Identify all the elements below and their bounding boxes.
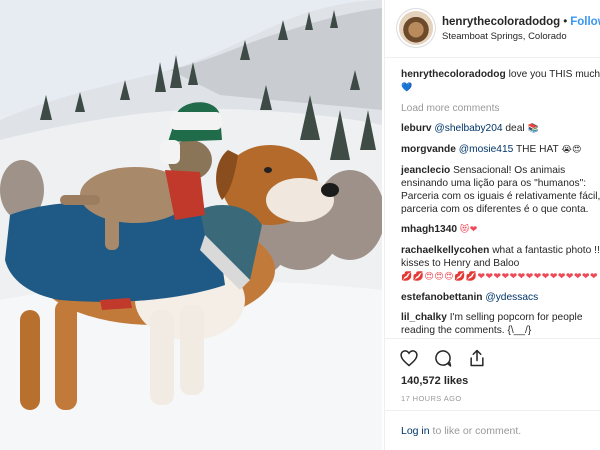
avatar[interactable] (399, 11, 433, 45)
list-item: rachaelkellycohen what a fantastic photo… (401, 244, 600, 284)
follow-button[interactable]: Follow (570, 16, 600, 28)
comment-mention[interactable]: @mosie415 (459, 144, 514, 155)
post-sidebar: henrythecoloradodog•Follow Steamboat Spr… (384, 0, 600, 450)
comment-username[interactable]: lil_chalky (401, 312, 447, 323)
separator-dot: • (563, 16, 568, 28)
list-item: morgvande @mosie415 THE HAT 😭😍 (401, 143, 600, 157)
list-item: jeanclecio Sensacional! Os animais ensin… (401, 164, 600, 216)
comment-username[interactable]: leburv (401, 123, 432, 134)
list-item: leburv @shelbaby204 deal 📚 (401, 122, 600, 136)
caption-username[interactable]: henrythecoloradodog (401, 69, 506, 80)
post-location[interactable]: Steamboat Springs, Colorado (442, 31, 567, 42)
list-item: lil_chalky I'm selling popcorn for peopl… (401, 311, 600, 337)
comment-mention[interactable]: @ydessacs (485, 292, 538, 303)
post-photo[interactable] (0, 0, 382, 450)
comments-list: henrythecoloradodog love you THIS much 💙… (401, 68, 600, 344)
comment-emoji: 📚 (527, 124, 539, 134)
caption-emoji: 💙 (401, 83, 413, 93)
list-item: estefanobettanin @ydessacs (401, 291, 600, 304)
login-rest: to like or comment. (432, 425, 522, 437)
load-more-comments[interactable]: Load more comments (401, 102, 600, 115)
comment-emoji: 😭😍 (561, 145, 582, 155)
comment-emoji: 😻❤ (459, 225, 478, 235)
owner-line: henrythecoloradodog•Follow (442, 16, 600, 28)
comment-mention[interactable]: @shelbaby204 (434, 123, 502, 134)
login-prompt: Log in to like or comment. (401, 425, 521, 437)
list-item: mhagh1340 😻❤ (401, 223, 600, 237)
comment-username[interactable]: estefanobettanin (401, 292, 483, 303)
comment-icon[interactable] (433, 348, 453, 368)
comment-username[interactable]: morgvande (401, 144, 456, 155)
comment-username[interactable]: mhagh1340 (401, 224, 457, 235)
heart-icon[interactable] (399, 348, 419, 368)
post-actions: 140,572 likes 17 HOURS AGO Log in to lik… (385, 338, 600, 450)
login-bar: Log in to like or comment. (385, 410, 600, 450)
like-count[interactable]: 140,572 likes (401, 375, 468, 387)
caption-text: love you THIS much (508, 69, 600, 80)
dog-and-cat-in-snow-photo (0, 0, 382, 450)
share-icon[interactable] (467, 348, 487, 368)
comment-username[interactable]: jeanclecio (401, 165, 450, 176)
comment-username[interactable]: rachaelkellycohen (401, 245, 489, 256)
login-link[interactable]: Log in (401, 425, 430, 437)
owner-username[interactable]: henrythecoloradodog (442, 16, 560, 28)
comment-text: THE HAT (515, 144, 559, 155)
post-timestamp[interactable]: 17 HOURS AGO (401, 394, 462, 403)
caption: henrythecoloradodog love you THIS much 💙 (401, 68, 600, 95)
action-icons (399, 348, 487, 370)
post-header: henrythecoloradodog•Follow Steamboat Spr… (385, 0, 600, 58)
comment-text: deal (505, 123, 525, 134)
comment-emoji: 💋💋😍😍😍💋💋❤❤❤❤❤❤❤❤❤❤❤❤❤❤❤ (401, 272, 599, 282)
